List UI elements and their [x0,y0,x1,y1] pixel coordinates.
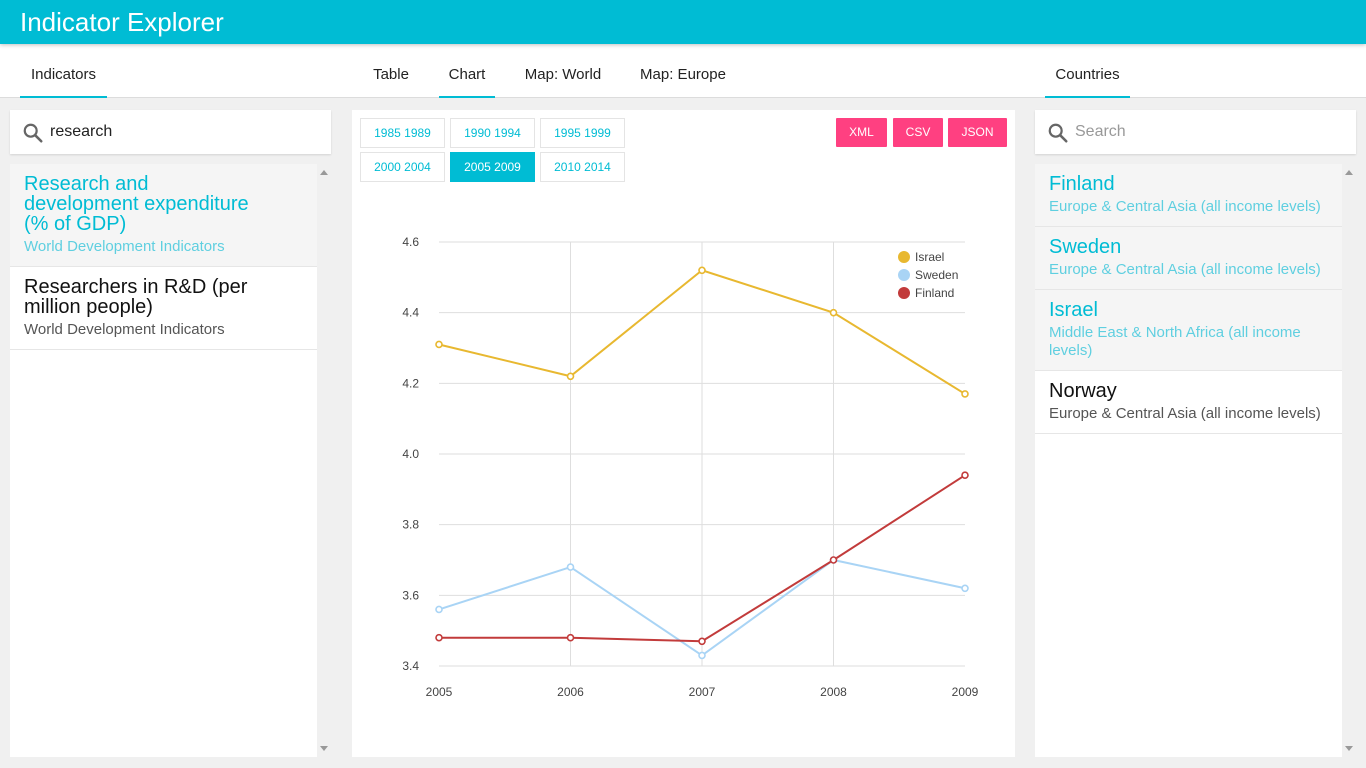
country-name: Finland [1049,173,1115,195]
country-region: Europe & Central Asia (all income levels… [1049,405,1321,422]
download-csv-button[interactable]: CSV [893,118,943,147]
legend-marker-israel [898,251,910,263]
country-name: Sweden [1049,236,1122,258]
indicator-item[interactable]: Researchers in R&D (per million people) … [10,267,317,350]
data-point-finland [961,471,969,479]
country-list: Finland Europe & Central Asia (all incom… [1035,164,1342,757]
data-point-israel [566,372,575,381]
x-tick-label: 2008 [820,685,847,699]
tab-table-label: Table [373,66,409,83]
data-point-israel [961,390,969,398]
legend-marker-finland [898,287,910,299]
y-tick-label: 4.4 [402,306,419,320]
range-button-1990-1994[interactable]: 1990 1994 [450,118,535,148]
data-point-israel [698,266,706,275]
data-point-finland [829,556,838,564]
legend-label-israel: Israel [915,250,944,264]
x-tick-label: 2005 [426,685,453,699]
legend-label-finland: Finland [915,286,954,300]
country-region: Europe & Central Asia (all income levels… [1049,198,1321,215]
data-point-sweden [435,605,443,614]
data-point-israel [829,308,838,317]
indicator-title: Research and development expenditure (% … [24,173,249,235]
country-item-israel[interactable]: Israel Middle East & North Africa (all i… [1035,290,1342,371]
tab-countries[interactable]: Countries [1045,44,1130,98]
x-tick-label: 2007 [689,685,716,699]
tab-map-europe[interactable]: Map: Europe [634,44,732,98]
line-chart: 3.4 3.6 3.8 4.0 4.2 4.4 4.6 2005 2006 2007 2008 200… [402,235,979,699]
tab-table[interactable]: Table [365,44,417,98]
data-point-sweden [566,563,575,571]
range-button-2000-2004[interactable]: 2000 2004 [360,152,445,182]
indicator-source: World Development Indicators [24,321,225,338]
data-point-finland [435,633,443,642]
country-name: Israel [1049,299,1098,321]
indicator-search-box [10,110,331,154]
tab-bar: Indicators Table Chart Map: World Map: E… [0,44,1366,98]
download-json-button[interactable]: JSON [948,118,1007,147]
scroll-down-arrow-icon[interactable] [1345,746,1353,751]
search-icon [23,123,43,143]
search-icon [1048,123,1068,143]
y-tick-label: 4.6 [402,235,419,249]
data-point-finland [698,637,706,646]
legend-marker-sweden [898,269,910,281]
app-bar: Indicator Explorer [0,0,1366,44]
range-button-2010-2014[interactable]: 2010 2014 [540,152,625,182]
tab-chart-label: Chart [448,66,486,83]
scroll-up-arrow-icon[interactable] [320,170,328,175]
data-point-sweden [698,651,706,660]
country-region: Europe & Central Asia (all income levels… [1049,261,1321,278]
country-list-scrollbar[interactable] [1342,164,1356,757]
data-point-israel [435,340,443,349]
indicator-item[interactable]: Research and development expenditure (% … [10,164,317,267]
country-search-box [1035,110,1356,154]
range-button-2005-2009[interactable]: 2005 2009 [450,152,535,182]
download-xml-button[interactable]: XML [836,118,887,147]
indicator-search-input[interactable] [50,110,321,154]
y-tick-label: 3.4 [402,659,419,673]
indicator-title: Researchers in R&D (per million people) [24,276,248,318]
indicator-source: World Development Indicators [24,238,225,255]
y-tick-label: 3.6 [402,588,419,602]
app-title: Indicator Explorer [20,7,224,37]
country-name: Norway [1049,380,1117,402]
tab-countries-label: Countries [1055,66,1120,83]
country-item-norway[interactable]: Norway Europe & Central Asia (all income… [1035,371,1342,434]
range-button-1995-1999[interactable]: 1995 1999 [540,118,625,148]
tab-map-world-label: Map: World [524,66,602,83]
scroll-up-arrow-icon[interactable] [1345,170,1353,175]
country-search-input[interactable] [1075,110,1346,154]
indicator-list: Research and development expenditure (% … [10,164,317,757]
scroll-down-arrow-icon[interactable] [320,746,328,751]
country-item-sweden[interactable]: Sweden Europe & Central Asia (all income… [1035,227,1342,290]
legend-label-sweden: Sweden [915,268,958,282]
tab-chart[interactable]: Chart [439,44,495,98]
tab-indicators-label: Indicators [30,66,97,83]
data-point-sweden [961,584,969,593]
x-tick-label: 2006 [557,685,584,699]
country-region: Middle East & North Africa (all income l… [1049,324,1301,359]
x-tick-label: 2009 [952,685,979,699]
range-button-1985-1989[interactable]: 1985 1989 [360,118,445,148]
country-item-finland[interactable]: Finland Europe & Central Asia (all incom… [1035,164,1342,227]
data-point-finland [566,633,575,642]
tab-map-world[interactable]: Map: World [518,44,608,98]
y-tick-label: 4.2 [402,376,419,390]
tab-map-europe-label: Map: Europe [640,66,726,83]
y-tick-label: 3.8 [402,518,419,532]
y-tick-label: 4.0 [402,447,419,461]
tab-indicators[interactable]: Indicators [20,44,107,98]
indicator-list-scrollbar[interactable] [317,164,331,757]
